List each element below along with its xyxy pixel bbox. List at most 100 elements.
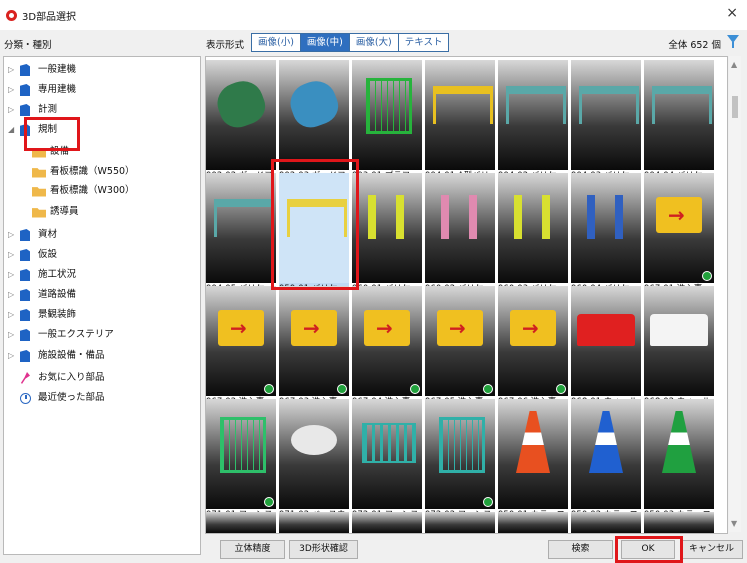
part-thumbnail[interactable]	[498, 399, 568, 509]
tree-item[interactable]: ▷ 施設設備・備品	[8, 348, 188, 364]
part-thumbnail-partial[interactable]	[206, 512, 276, 533]
clock-icon	[20, 393, 31, 404]
tree-item[interactable]: ▷ 一般エクステリア	[8, 327, 188, 343]
view-option-text[interactable]: テキスト	[398, 34, 449, 51]
expand-arrow-icon[interactable]: ▷	[8, 287, 18, 303]
arrow-icon: →	[376, 316, 393, 340]
part-thumbnail[interactable]	[425, 399, 495, 509]
part-thumbnail-partial[interactable]	[498, 512, 568, 533]
tree-item[interactable]: ▷ 計測	[8, 102, 188, 118]
tree-item[interactable]: ▷ 資材	[8, 227, 188, 243]
tree-header: 分類・種別	[4, 40, 52, 51]
part-thumbnail[interactable]	[352, 60, 422, 170]
barricade-thumbnail	[579, 86, 639, 124]
collapse-arrow-icon[interactable]: ◢	[8, 122, 18, 138]
tree-item[interactable]: 誘導員	[30, 204, 200, 220]
part-thumbnail-partial[interactable]	[352, 512, 422, 533]
part-thumbnail[interactable]: →	[644, 173, 714, 283]
view-format-segmented-control[interactable]: 画像(小) 画像(中) 画像(大) テキスト	[251, 33, 450, 52]
expand-arrow-icon[interactable]: ▷	[8, 307, 18, 323]
tree-item[interactable]: ▷ 専用建機	[8, 82, 188, 98]
tree-item[interactable]: ▷ 景観装飾	[8, 307, 188, 323]
part-thumbnail[interactable]	[644, 399, 714, 509]
part-thumbnail[interactable]	[352, 399, 422, 509]
part-thumbnail[interactable]	[498, 60, 568, 170]
view-option-large[interactable]: 画像(大)	[349, 34, 399, 51]
scroll-up-icon[interactable]: ▲	[731, 60, 737, 69]
part-thumbnail[interactable]	[206, 60, 276, 170]
part-thumbnail[interactable]	[352, 173, 422, 283]
cancel-button[interactable]: キャンセル	[680, 540, 743, 559]
expand-arrow-icon[interactable]: ▷	[8, 82, 18, 98]
shape-check-button[interactable]: 3D形状確認	[289, 540, 358, 559]
part-thumbnail[interactable]	[571, 173, 641, 283]
part-thumbnail[interactable]: →	[279, 286, 349, 396]
tree-item[interactable]: 設備	[30, 144, 200, 160]
scroll-thumb[interactable]	[732, 96, 738, 118]
tree-item[interactable]: 最近使った部品	[18, 390, 188, 406]
part-thumbnail-partial[interactable]	[279, 512, 349, 533]
close-icon[interactable]: ×	[726, 5, 738, 21]
tube-barricade-thumbnail	[368, 195, 404, 239]
part-thumbnail[interactable]	[571, 60, 641, 170]
traffic-cone-thumbnail	[662, 411, 696, 473]
book-icon	[20, 289, 30, 301]
filter-icon[interactable]	[727, 35, 739, 48]
part-thumbnail[interactable]	[206, 173, 276, 283]
part-thumbnail[interactable]	[498, 173, 568, 283]
ok-button[interactable]: OK	[621, 540, 675, 559]
part-thumbnail[interactable]: →	[425, 286, 495, 396]
part-thumbnail[interactable]: →	[206, 286, 276, 396]
stop-device-thumbnail: →	[656, 197, 702, 233]
search-button[interactable]: 検索	[548, 540, 613, 559]
part-thumbnail[interactable]	[571, 286, 641, 396]
folder-icon	[32, 168, 46, 178]
tree-item-label: 最近使った部品	[38, 392, 105, 403]
tree-item[interactable]: 看板標識（W550）	[30, 164, 200, 180]
part-thumbnail[interactable]	[425, 173, 495, 283]
part-thumbnail[interactable]	[206, 399, 276, 509]
tree-item[interactable]: お気に入り部品	[18, 370, 188, 386]
tree-item[interactable]: ▷ 道路設備	[8, 287, 188, 303]
tree-item[interactable]: ◢ 規制	[8, 122, 188, 138]
view-option-small[interactable]: 画像(小)	[252, 34, 301, 51]
parts-grid[interactable]: 902-02 ガードフェ ンス（コン台）902-03 ガードフェ ンス（コン台）…	[205, 56, 728, 534]
part-thumbnail[interactable]	[644, 60, 714, 170]
variant-badge-icon	[556, 384, 566, 394]
stop-device-thumbnail: →	[291, 310, 337, 346]
tree-item[interactable]: ▷ 一般建機	[8, 62, 188, 78]
stereo-precision-button[interactable]: 立体精度	[220, 540, 285, 559]
tree-item[interactable]: ▷ 施工状況	[8, 267, 188, 283]
book-icon	[20, 329, 30, 341]
part-thumbnail-partial[interactable]	[571, 512, 641, 533]
expand-arrow-icon[interactable]: ▷	[8, 102, 18, 118]
tree-item[interactable]: 看板標識（W300）	[30, 183, 200, 199]
expand-arrow-icon[interactable]: ▷	[8, 327, 18, 343]
grid-scrollbar[interactable]: ▲ ▼	[729, 56, 741, 532]
arrow-icon: →	[230, 316, 247, 340]
book-icon	[20, 309, 30, 321]
part-thumbnail[interactable]	[644, 286, 714, 396]
part-thumbnail[interactable]	[571, 399, 641, 509]
tree-item[interactable]: ▷ 仮設	[8, 247, 188, 263]
expand-arrow-icon[interactable]: ▷	[8, 247, 18, 263]
category-tree[interactable]: ▷ 一般建機 ▷ 専用建機 ▷ 計測 ◢ 規制設備看板標識（W550） 看板標識（W300） 誘導…	[3, 56, 201, 555]
tree-item-label: お気に入り部品	[38, 372, 105, 383]
view-option-medium[interactable]: 画像(中)	[300, 34, 350, 51]
part-thumbnail[interactable]: →	[498, 286, 568, 396]
part-thumbnail[interactable]	[425, 60, 495, 170]
traffic-cone-thumbnail	[589, 411, 623, 473]
expand-arrow-icon[interactable]: ▷	[8, 267, 18, 283]
expand-arrow-icon[interactable]: ▷	[8, 348, 18, 364]
part-thumbnail[interactable]	[279, 60, 349, 170]
folder-icon	[32, 208, 46, 218]
part-thumbnail[interactable]	[279, 173, 349, 283]
variant-badge-icon	[483, 497, 493, 507]
scroll-down-icon[interactable]: ▼	[731, 519, 737, 528]
part-thumbnail[interactable]: →	[352, 286, 422, 396]
expand-arrow-icon[interactable]: ▷	[8, 227, 18, 243]
part-thumbnail-partial[interactable]	[644, 512, 714, 533]
part-thumbnail[interactable]	[279, 399, 349, 509]
expand-arrow-icon[interactable]: ▷	[8, 62, 18, 78]
part-thumbnail-partial[interactable]	[425, 512, 495, 533]
